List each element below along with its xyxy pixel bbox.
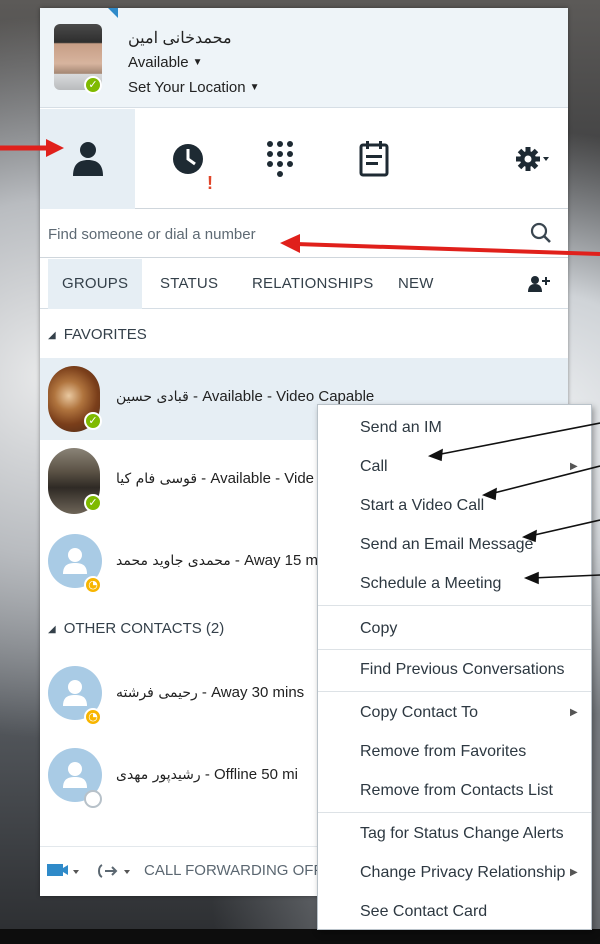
red-arrow-to-contacts-icon xyxy=(0,139,64,157)
red-arrow-to-search-input xyxy=(280,234,600,256)
annotation-arrows xyxy=(0,139,600,585)
